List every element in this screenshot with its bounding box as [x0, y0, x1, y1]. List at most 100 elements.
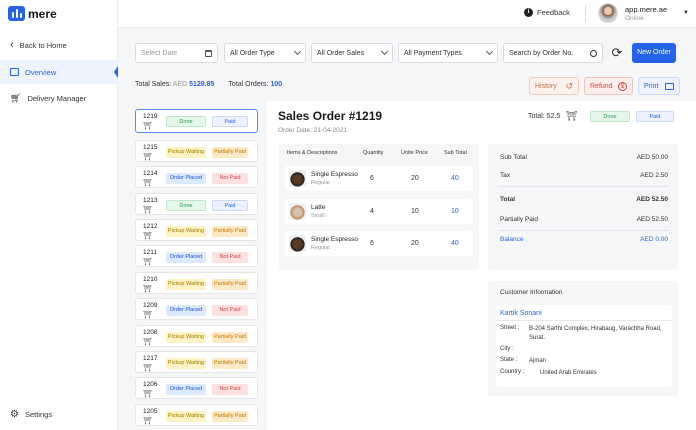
payment-summary: Sub Total AED 50.00 Tax AED 2.50 Total A…: [488, 144, 678, 270]
history-button[interactable]: History ↺: [529, 77, 579, 95]
table-icon: ⛩: [143, 286, 152, 293]
nav-label: Settings: [24, 409, 53, 419]
payment-badge: Not Paid: [212, 252, 248, 263]
nav-settings[interactable]: ⚙ Settings: [0, 402, 118, 426]
order-card[interactable]: 1217 ⛩ Pickup Waiting Partially Paid: [135, 351, 258, 373]
refresh-icon: ⟳: [611, 45, 623, 60]
print-button[interactable]: Print: [638, 77, 680, 95]
search-icon: [590, 49, 597, 57]
chevron-down-icon: [293, 47, 302, 56]
subtotal-label: Sub Total: [500, 154, 527, 161]
table-row[interactable]: Single Espresso Regular 6 20 40: [285, 231, 473, 256]
nav-back-to-home[interactable]: ‹ Back to Home: [0, 33, 118, 57]
order-card[interactable]: 1212 ⛩ Pickup Waiting Partially Paid: [135, 219, 258, 241]
table-icon: ⛩: [143, 180, 152, 187]
street-label: Street :: [500, 325, 520, 331]
item-name: Latte: [311, 204, 326, 211]
payment-badge: Not Paid: [212, 305, 248, 316]
table-icon: ⛩: [143, 418, 152, 425]
payment-types-select[interactable]: All Payment Types: [398, 43, 498, 63]
summary-divider: [498, 230, 668, 231]
status-badge: Order Placed: [166, 384, 206, 395]
state-value: Ajman: [529, 358, 547, 364]
payment-badge: Partially Paid: [212, 226, 248, 237]
order-card[interactable]: 1210 ⛩ Pickup Waiting Partially Paid: [135, 272, 258, 294]
partially-paid-row: Partially Paid AED 52.50: [500, 216, 668, 223]
order-card[interactable]: 1205 ⛩ Pickup Waiting Partially Paid: [135, 404, 258, 426]
order-card[interactable]: 1219 ⛩ Done Paid: [135, 109, 258, 133]
table-row[interactable]: Single Espresso Regular 6 20 40: [285, 166, 473, 191]
item-size: Regular: [311, 180, 331, 186]
status-badge: Pickup Waiting: [166, 147, 206, 158]
order-sales-select[interactable]: All Order Sales: [311, 43, 393, 63]
customer-name[interactable]: Kartik Sonani: [500, 310, 542, 317]
state-label: State :: [500, 357, 518, 363]
customer-divider: [496, 320, 672, 321]
summary-divider: [498, 186, 668, 187]
order-card[interactable]: 1208 ⛩ Pickup Waiting Partially Paid: [135, 325, 258, 347]
table-row[interactable]: Latte Small 4 10 10: [285, 199, 473, 224]
order-card[interactable]: 1213 ⛩ Done Paid: [135, 193, 258, 215]
total-label: Total: [500, 196, 516, 203]
item-size: Small: [311, 213, 325, 219]
payment-badge: Partially Paid: [212, 147, 248, 158]
order-card[interactable]: 1214 ⛩ Order Placed Not Paid: [135, 166, 258, 188]
payment-badge: Paid: [212, 116, 248, 127]
total-sales-label: Total Sales:: [135, 81, 172, 88]
item-qty: 6: [370, 240, 374, 247]
date-filter[interactable]: Select Date: [135, 43, 218, 63]
country-row: Country : United Arab Emirates: [500, 369, 680, 378]
coffee-thumbnail: [289, 170, 306, 187]
table-icon: ⛩: [143, 123, 152, 130]
balance-label: Balance: [500, 236, 524, 243]
feedback-link[interactable]: i Feedback: [524, 8, 570, 17]
caret-down-icon[interactable]: ▼: [683, 10, 689, 16]
partially-paid-label: Partially Paid: [500, 216, 538, 223]
avatar[interactable]: [598, 3, 618, 23]
table-icon: ⛩: [566, 111, 578, 121]
balance-value: AED 0.00: [640, 236, 668, 243]
new-order-button[interactable]: New Order: [632, 43, 676, 63]
nav-overview[interactable]: Overview: [0, 60, 118, 84]
item-size: Regular: [311, 245, 331, 251]
payment-badge: Paid: [212, 200, 248, 211]
subtotal-row: Sub Total AED 50.00: [500, 154, 668, 161]
order-total: Total: 52.5: [528, 113, 561, 120]
date-placeholder: Select Date: [141, 49, 178, 57]
refund-label: Refund: [590, 82, 613, 90]
header-divider: [585, 5, 586, 22]
col-header-items: Items & Descriptions: [287, 150, 338, 156]
order-card[interactable]: 1215 ⛩ Pickup Waiting Partially Paid: [135, 140, 258, 162]
payment-badge: Partially Paid: [212, 279, 248, 290]
order-card[interactable]: 1206 ⛩ Order Placed Not Paid: [135, 377, 258, 399]
order-number: 1208: [143, 329, 158, 336]
refresh-button[interactable]: ⟳: [607, 43, 627, 63]
order-card[interactable]: 1209 ⛩ Order Placed Not Paid: [135, 298, 258, 320]
brand-logo[interactable]: mere: [8, 6, 57, 21]
order-type-select[interactable]: All Order Type: [224, 43, 306, 63]
total-orders: Total Orders: 100: [228, 81, 282, 88]
item-name: Single Espresso: [311, 236, 358, 243]
order-card[interactable]: 1211 ⛩ Order Placed Not Paid: [135, 245, 258, 267]
refund-button[interactable]: Refund $: [584, 77, 633, 95]
search-input[interactable]: Search by Order No.: [503, 43, 603, 63]
nav-label: Overview: [25, 67, 57, 77]
col-header-price: Unite Price: [401, 150, 428, 156]
order-number: 1205: [143, 408, 158, 415]
order-number: 1210: [143, 276, 158, 283]
status-badge: Order Placed: [166, 252, 206, 263]
col-header-subtotal: Sub Total: [444, 150, 467, 156]
table-icon: ⛩: [143, 233, 152, 240]
item-qty: 4: [370, 208, 374, 215]
user-url[interactable]: app.mere.ae: [625, 5, 667, 14]
nav-delivery-manager[interactable]: 🛒︎ Delivery Manager: [0, 86, 118, 110]
user-status: Online: [625, 15, 644, 22]
table-icon: ⛩: [143, 259, 152, 266]
total-orders-value: 100: [270, 81, 283, 88]
item-qty: 6: [370, 175, 374, 182]
total-sales-value: 5129.85: [189, 81, 215, 88]
state-row: State : Ajman: [500, 357, 669, 366]
info-icon: i: [524, 8, 533, 17]
cart-icon: 🛒︎: [10, 92, 22, 103]
status-badge: Pickup Waiting: [166, 411, 206, 422]
